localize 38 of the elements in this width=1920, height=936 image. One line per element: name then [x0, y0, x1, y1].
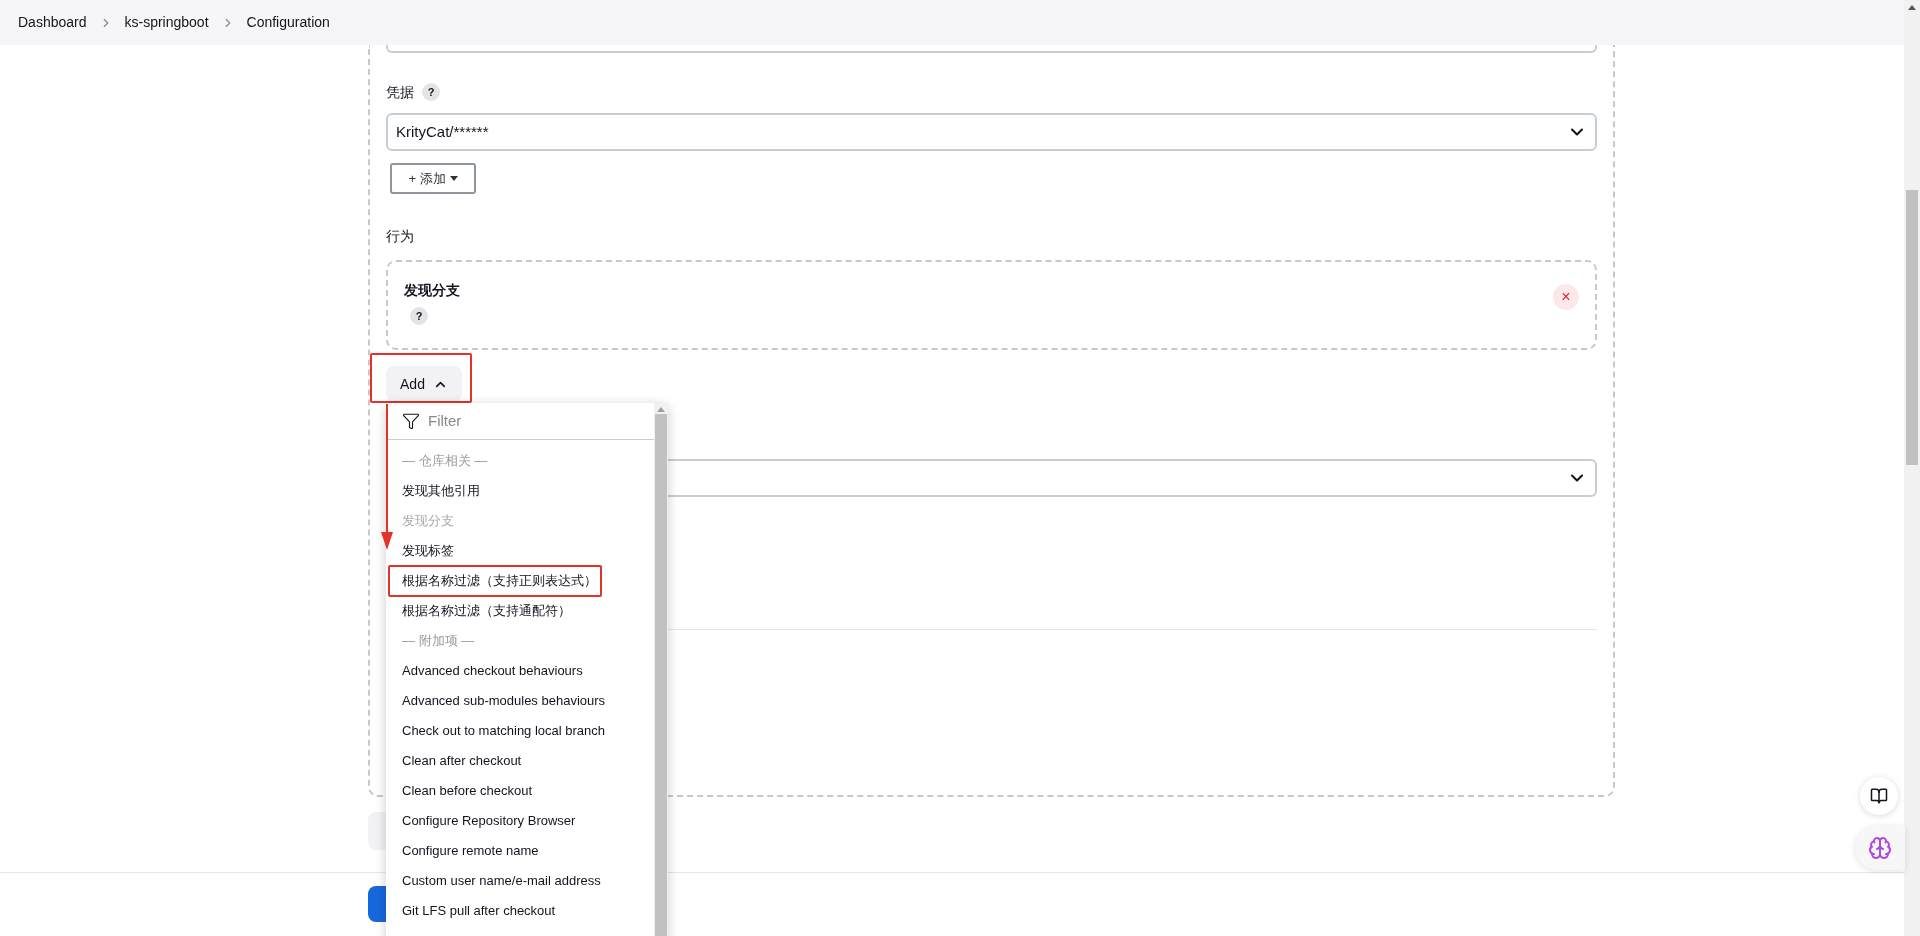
help-icon[interactable]: ?	[422, 83, 440, 101]
caret-down-icon	[449, 176, 458, 181]
scrollbar-thumb[interactable]	[655, 414, 667, 936]
breadcrumb-link[interactable]: ks-springboot	[124, 12, 209, 33]
menu-item[interactable]: Clean before checkout	[402, 781, 533, 801]
filter-icon	[402, 412, 420, 430]
menu-item[interactable]: Custom user name/e-mail address	[402, 871, 601, 891]
menu-item[interactable]: 发现其他引用	[402, 481, 480, 501]
help-icon[interactable]: ?	[410, 307, 428, 325]
field-label: 凭据	[386, 82, 414, 102]
scroll-up-icon[interactable]	[1908, 5, 1916, 10]
menu-item[interactable]: 发现标签	[402, 541, 454, 561]
assistant-button[interactable]	[1855, 826, 1905, 870]
page-scrollbar[interactable]	[1904, 0, 1920, 936]
menu-item[interactable]: Check out to matching local branch	[402, 721, 606, 741]
add-button[interactable]: Add	[386, 366, 462, 402]
add-credentials-button[interactable]: + 添加	[390, 163, 476, 194]
menu-item[interactable]: Advanced checkout behaviours	[402, 661, 583, 681]
menu-heading: — 附加项 —	[402, 632, 475, 651]
breadcrumb-link[interactable]: Configuration	[246, 12, 330, 33]
menu-item[interactable]: Clean after checkout	[402, 751, 522, 771]
brain-icon	[1868, 836, 1892, 860]
remove-button[interactable]: ×	[1553, 284, 1579, 310]
section-label: 行为	[386, 228, 414, 244]
menu-item[interactable]: Configure Repository Browser	[402, 811, 576, 831]
menu-item[interactable]: Advanced sub-modules behaviours	[402, 691, 606, 711]
reader-button[interactable]	[1860, 777, 1898, 815]
credentials-select[interactable]: KrityCat/******	[386, 113, 1597, 151]
menu-item[interactable]: 根据名称过滤（支持正则表达式）	[402, 571, 597, 591]
breadcrumb-link[interactable]: Dashboard	[18, 12, 87, 33]
menu-heading: — 仓库相关 —	[402, 452, 488, 471]
scrollbar-thumb[interactable]	[1906, 190, 1918, 465]
book-icon	[1870, 787, 1888, 805]
menu-item[interactable]: Configure remote name	[402, 841, 539, 861]
menu-item[interactable]: 根据名称过滤（支持通配符）	[402, 601, 571, 621]
behaviour-title: 发现分支	[404, 281, 460, 300]
menu-scrollbar[interactable]	[654, 403, 668, 936]
menu-item[interactable]: Git LFS pull after checkout	[402, 901, 556, 921]
